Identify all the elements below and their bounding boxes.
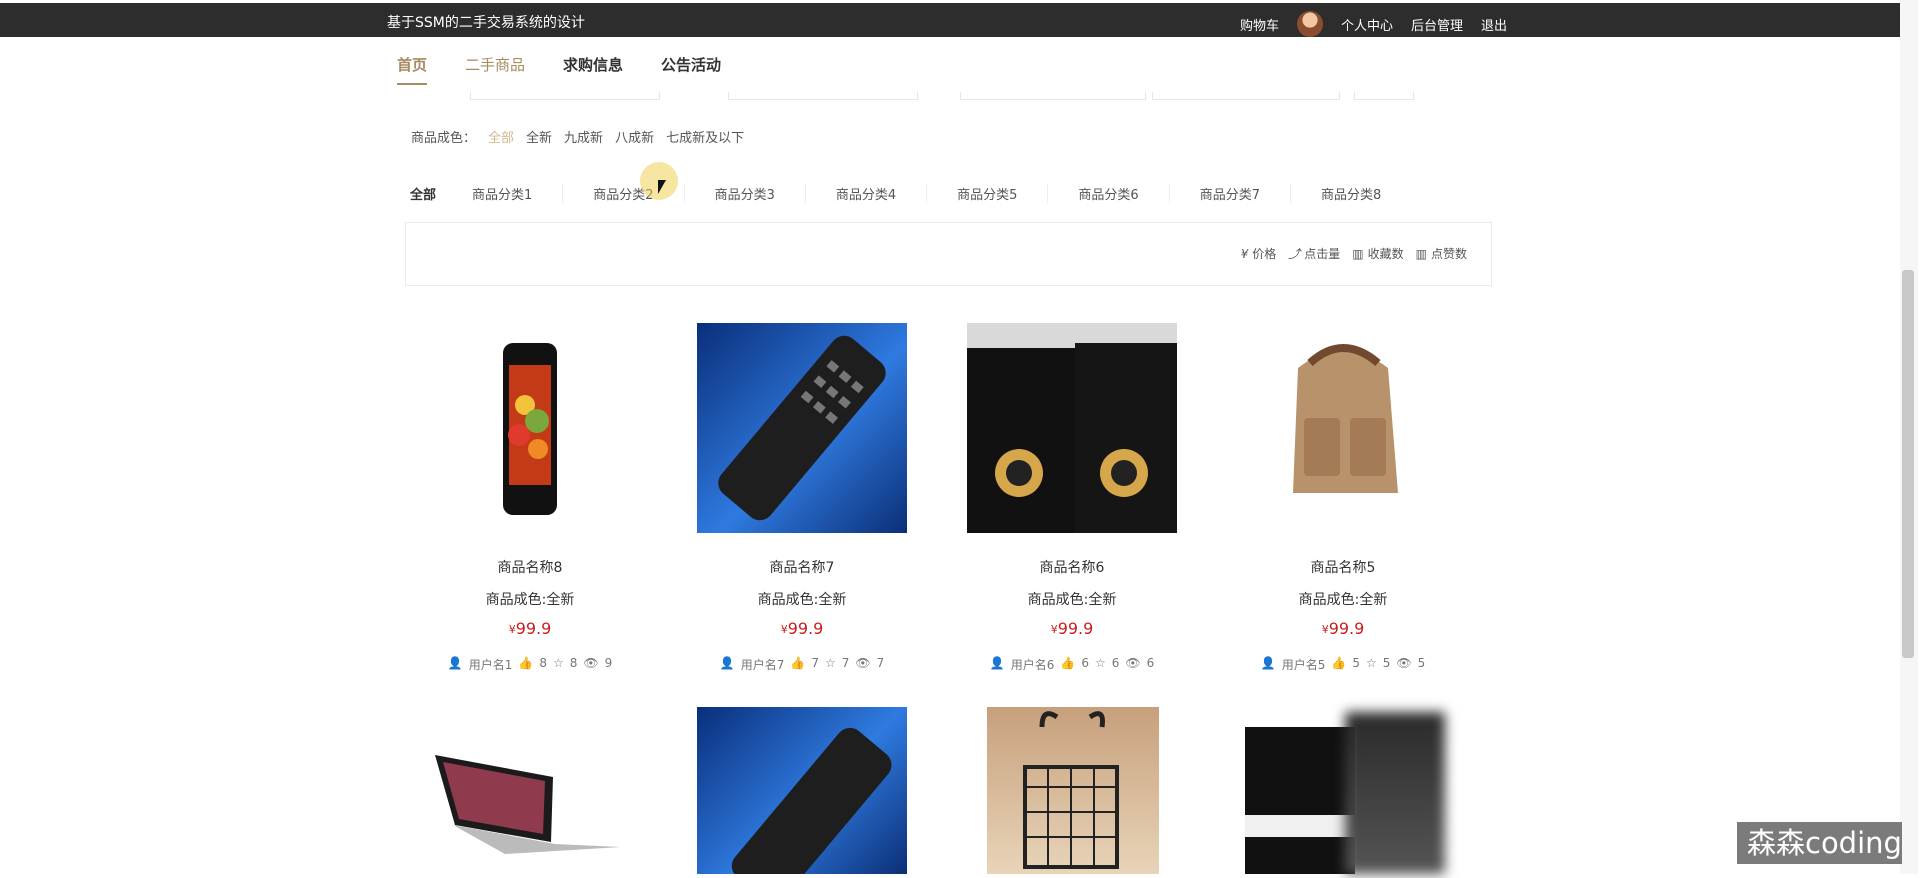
search-field-edge[interactable] (728, 92, 918, 100)
user-icon: 👤 (989, 656, 1005, 670)
user-icon: 👤 (1260, 656, 1276, 670)
product-condition: 商品成色:全新 (485, 592, 575, 608)
product-name[interactable]: 商品名称6 (967, 557, 1177, 577)
product-condition: 商品成色:全新 (1298, 592, 1388, 608)
like-icon: 👍 (518, 656, 534, 670)
eye-icon: 👁 (1396, 656, 1412, 670)
admin-link[interactable]: 后台管理 (1411, 15, 1463, 34)
top-navigation-bar: 基于SSM的二手交易系统的设计 购物车 个人中心 后台管理 退出 (0, 3, 1900, 37)
category-5[interactable]: 商品分类5 (957, 184, 1049, 203)
bar-icon: ▥ (1352, 246, 1364, 261)
blurred-image-region (1345, 712, 1445, 874)
category-1[interactable]: 商品分类1 (472, 184, 564, 203)
category-tabs: 全部 商品分类1 商品分类2 商品分类3 商品分类4 商品分类5 商品分类6 商… (410, 184, 1441, 203)
product-image-phone[interactable] (425, 323, 635, 533)
product-name[interactable]: 商品名称7 (697, 557, 907, 577)
site-title: 基于SSM的二手交易系统的设计 (387, 15, 585, 31)
product-price: ¥99.9 (1050, 619, 1094, 638)
condition-new[interactable]: 全新 (526, 127, 552, 146)
sort-favorites[interactable]: ▥ 收藏数 (1352, 245, 1403, 262)
profile-link[interactable]: 个人中心 (1341, 15, 1393, 34)
sort-price[interactable]: ¥ 价格 (1241, 245, 1277, 262)
sort-clicks[interactable]: ⤴ 点击量 (1288, 245, 1340, 262)
condition-70-and-below[interactable]: 七成新及以下 (666, 127, 744, 146)
bar-icon: ▥ (1415, 246, 1427, 261)
user-icon: 👤 (447, 656, 463, 670)
product-meta: 👤 用户名5 👍 5 ☆ 5 👁 5 (1260, 656, 1426, 672)
search-field-edge[interactable] (960, 92, 1146, 100)
product-condition: 商品成色:全新 (757, 592, 847, 608)
like-icon: 👍 (1331, 656, 1347, 670)
search-field-edge[interactable] (470, 92, 660, 100)
product-image-remote[interactable] (697, 323, 907, 533)
product-name[interactable]: 商品名称8 (425, 557, 635, 577)
product-image-laptop[interactable] (425, 707, 635, 874)
product-price: ¥99.9 (780, 619, 824, 638)
product-price: ¥99.9 (1321, 619, 1365, 638)
logout-link[interactable]: 退出 (1481, 15, 1507, 34)
category-4[interactable]: 商品分类4 (836, 184, 928, 203)
product-meta: 👤 用户名6 👍 6 ☆ 6 👁 6 (989, 656, 1155, 672)
star-icon: ☆ (1365, 656, 1377, 670)
category-all[interactable]: 全部 (410, 184, 436, 203)
product-condition: 商品成色:全新 (1027, 592, 1117, 608)
category-8[interactable]: 商品分类8 (1321, 184, 1411, 203)
product-meta: 👤 用户名1 👍 8 ☆ 8 👁 9 (447, 656, 613, 672)
condition-90[interactable]: 九成新 (564, 127, 603, 146)
user-icon: 👤 (719, 656, 735, 670)
product-image-piano[interactable] (1245, 707, 1355, 874)
category-7[interactable]: 商品分类7 (1200, 184, 1291, 203)
star-icon: ☆ (552, 656, 564, 670)
product-name[interactable]: 商品名称5 (1238, 557, 1448, 577)
condition-filter: 商品成色： 全部 全新 九成新 八成新 七成新及以下 (411, 127, 744, 146)
cart-link[interactable]: 购物车 (1240, 15, 1279, 34)
search-button-edge[interactable] (1354, 92, 1414, 100)
product-card[interactable]: 商品名称5 商品成色:全新 ¥99.9 👤 用户名5 👍 5 ☆ 5 👁 5 (1238, 323, 1448, 673)
product-card[interactable]: 商品名称7 商品成色:全新 ¥99.9 👤 用户名7 👍 7 ☆ 7 👁 7 (697, 323, 907, 673)
like-icon: 👍 (790, 656, 806, 670)
condition-label: 商品成色： (411, 131, 477, 146)
nav-home[interactable]: 首页 (397, 54, 428, 85)
eye-icon: 👁 (855, 656, 871, 670)
eye-icon: 👁 (583, 656, 599, 670)
category-6[interactable]: 商品分类6 (1078, 184, 1170, 203)
condition-all[interactable]: 全部 (488, 127, 514, 146)
product-image-basket[interactable] (987, 707, 1159, 874)
product-card[interactable]: 商品名称6 商品成色:全新 ¥99.9 👤 用户名6 👍 6 ☆ 6 👁 6 (967, 323, 1177, 673)
trend-icon: ⤴ (1288, 247, 1301, 261)
header-links: 购物车 个人中心 后台管理 退出 (1240, 11, 1507, 37)
nav-secondhand-products[interactable]: 二手商品 (465, 54, 525, 85)
star-icon: ☆ (1094, 656, 1106, 670)
like-icon: 👍 (1060, 656, 1076, 670)
category-3[interactable]: 商品分类3 (715, 184, 806, 203)
nav-announcements[interactable]: 公告活动 (661, 54, 721, 85)
product-price: ¥99.9 (508, 619, 552, 638)
avatar[interactable] (1297, 11, 1324, 37)
condition-80[interactable]: 八成新 (615, 127, 654, 146)
sort-likes[interactable]: ▥ 点赞数 (1416, 245, 1467, 262)
mouse-pointer-icon (658, 180, 666, 194)
sort-options: ¥ 价格 ⤴ 点击量 ▥ 收藏数 ▥ 点赞数 (1241, 245, 1467, 262)
nav-wanted-info[interactable]: 求购信息 (563, 54, 623, 85)
product-image-remote[interactable] (697, 707, 907, 878)
scrollbar-thumb[interactable] (1902, 270, 1914, 658)
yen-icon: ¥ (1240, 246, 1249, 261)
watermark-text: 森森coding (1737, 822, 1902, 864)
product-image-speakers[interactable] (967, 323, 1177, 533)
main-navigation: 首页 二手商品 求购信息 公告活动 (397, 54, 721, 85)
eye-icon: 👁 (1125, 656, 1141, 670)
product-meta: 👤 用户名7 👍 7 ☆ 7 👁 7 (719, 656, 885, 672)
product-card[interactable]: 商品名称8 商品成色:全新 ¥99.9 👤 用户名1 👍 8 ☆ 8 👁 9 (425, 323, 635, 673)
star-icon: ☆ (824, 656, 836, 670)
search-field-edge[interactable] (1152, 92, 1340, 100)
sort-panel: ¥ 价格 ⤴ 点击量 ▥ 收藏数 ▥ 点赞数 (405, 222, 1492, 286)
product-image-backpack[interactable] (1238, 323, 1448, 533)
